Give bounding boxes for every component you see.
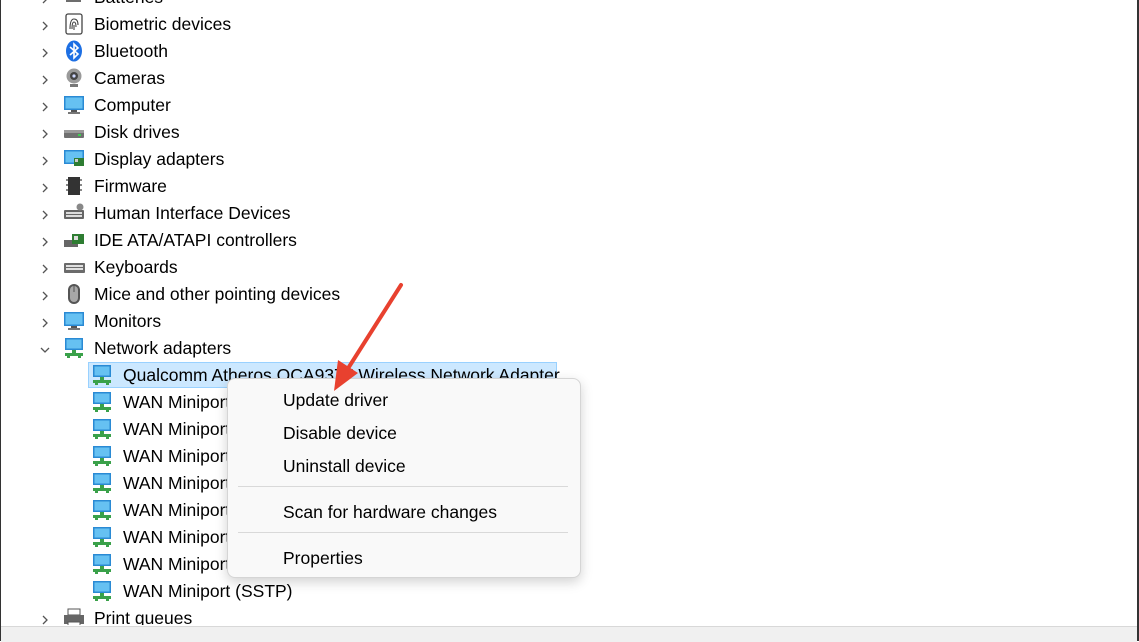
computer-monitor-icon — [63, 94, 85, 116]
tree-category-label: Firmware — [94, 176, 167, 196]
battery-icon — [63, 0, 85, 8]
chevron-right-icon[interactable] — [38, 152, 52, 166]
chevron-right-icon[interactable] — [38, 287, 52, 301]
tree-category[interactable]: Mice and other pointing devices — [1, 281, 1137, 308]
tree-category[interactable]: Print queues — [1, 605, 1137, 625]
network-adapter-icon — [91, 526, 113, 548]
chevron-right-icon[interactable] — [38, 206, 52, 220]
fingerprint-icon — [63, 13, 85, 35]
chevron-right-icon[interactable] — [38, 260, 52, 274]
chevron-right-icon[interactable] — [38, 179, 52, 193]
chevron-right-icon[interactable] — [38, 611, 52, 625]
menu-separator — [238, 532, 568, 533]
bluetooth-icon — [63, 40, 85, 62]
tree-category-label: Display adapters — [94, 149, 225, 169]
tree-category[interactable]: Network adapters — [1, 335, 1137, 362]
tree-category-label: Cameras — [94, 68, 165, 88]
mouse-icon — [63, 283, 85, 305]
chevron-right-icon[interactable] — [38, 233, 52, 247]
horizontal-scrollbar[interactable] — [1, 626, 1137, 642]
tree-device-item[interactable]: WAN Miniport (SSTP) — [1, 578, 1137, 605]
tree-category-label: Biometric devices — [94, 14, 232, 34]
monitor-icon — [63, 310, 85, 332]
tree-category-label: Bluetooth — [94, 41, 168, 61]
tree-category-label: Monitors — [94, 311, 162, 331]
menu-item-uninstall-device[interactable]: Uninstall device — [234, 451, 574, 481]
chevron-right-icon[interactable] — [38, 0, 52, 4]
network-adapter-icon — [91, 418, 113, 440]
tree-category[interactable]: Computer — [1, 92, 1137, 119]
tree-category[interactable]: Bluetooth — [1, 38, 1137, 65]
menu-separator — [238, 486, 568, 487]
network-adapter-icon — [63, 337, 85, 359]
chevron-right-icon[interactable] — [38, 71, 52, 85]
tree-category-label: Disk drives — [94, 122, 180, 142]
network-adapter-icon — [91, 472, 113, 494]
hid-keyboard-icon — [63, 202, 85, 224]
tree-category-label: Network adapters — [94, 338, 232, 358]
menu-item-disable-device[interactable]: Disable device — [234, 418, 574, 448]
tree-category-label: Keyboards — [94, 257, 178, 277]
firmware-chip-icon — [63, 175, 85, 197]
tree-device-label: WAN Miniport (SSTP) — [123, 581, 293, 601]
tree-category[interactable]: Firmware — [1, 173, 1137, 200]
tree-category[interactable]: Batteries — [1, 0, 1137, 11]
menu-item-update-driver[interactable]: Update driver — [234, 385, 574, 415]
chevron-right-icon[interactable] — [38, 44, 52, 58]
tree-category[interactable]: Monitors — [1, 308, 1137, 335]
chevron-right-icon[interactable] — [38, 98, 52, 112]
tree-category-label: IDE ATA/ATAPI controllers — [94, 230, 297, 250]
tree-category-label: Computer — [94, 95, 171, 115]
disk-drive-icon — [63, 121, 85, 143]
tree-category[interactable]: Cameras — [1, 65, 1137, 92]
tree-category[interactable]: Keyboards — [1, 254, 1137, 281]
tree-category[interactable]: Display adapters — [1, 146, 1137, 173]
printer-icon — [63, 607, 85, 625]
network-adapter-icon — [91, 553, 113, 575]
ide-controller-icon — [63, 229, 85, 251]
chevron-right-icon[interactable] — [38, 125, 52, 139]
network-adapter-icon — [91, 445, 113, 467]
tree-category[interactable]: Human Interface Devices — [1, 200, 1137, 227]
network-adapter-icon — [91, 580, 113, 602]
tree-category[interactable]: Biometric devices — [1, 11, 1137, 38]
keyboard-icon — [63, 256, 85, 278]
chevron-right-icon[interactable] — [38, 17, 52, 31]
webcam-icon — [63, 67, 85, 89]
tree-category[interactable]: IDE ATA/ATAPI controllers — [1, 227, 1137, 254]
tree-category-label: Human Interface Devices — [94, 203, 291, 223]
tree-category-label: Print queues — [94, 608, 193, 625]
menu-item-scan-hardware[interactable]: Scan for hardware changes — [234, 497, 574, 527]
network-adapter-icon — [91, 499, 113, 521]
display-adapter-icon — [63, 148, 85, 170]
tree-category-label: Mice and other pointing devices — [94, 284, 341, 304]
network-adapter-icon — [91, 364, 113, 386]
context-menu: Update driver Disable device Uninstall d… — [227, 378, 581, 578]
chevron-down-icon[interactable] — [38, 341, 52, 355]
menu-item-properties[interactable]: Properties — [234, 543, 574, 573]
tree-category[interactable]: Disk drives — [1, 119, 1137, 146]
tree-category-label: Batteries — [94, 0, 163, 8]
network-adapter-icon — [91, 391, 113, 413]
chevron-right-icon[interactable] — [38, 314, 52, 328]
